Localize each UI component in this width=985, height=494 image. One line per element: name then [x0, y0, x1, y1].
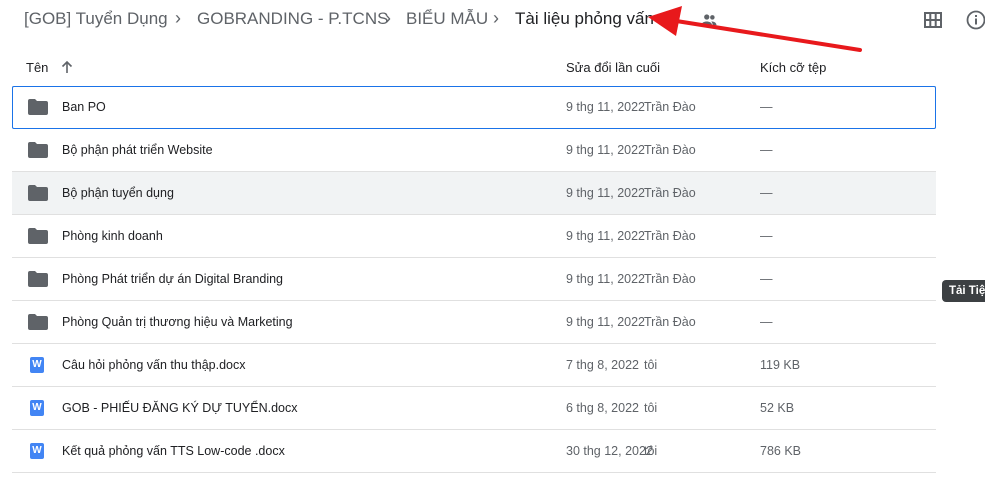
file-name: Câu hỏi phỏng vấn thu thập.docx: [62, 358, 246, 372]
file-owner: Trần Đào: [644, 229, 696, 243]
file-modified-date: 9 thg 11, 2022: [566, 229, 646, 243]
file-size: 52 KB: [760, 401, 795, 415]
folder-icon: [28, 271, 48, 287]
file-name: GOB - PHIẾU ĐĂNG KÝ DỰ TUYỂN.docx: [62, 401, 298, 415]
file-modified-date: 9 thg 11, 2022: [566, 272, 646, 286]
file-modified-date: 30 thg 12, 2022: [566, 444, 653, 458]
file-owner: Trần Đào: [644, 143, 696, 157]
file-modified-date: 9 thg 11, 2022: [566, 100, 646, 114]
file-owner: tôi: [644, 444, 658, 458]
info-icon[interactable]: [966, 10, 985, 30]
file-modified-date: 9 thg 11, 2022: [566, 143, 646, 157]
folder-icon: [28, 185, 48, 201]
word-doc-icon: W: [30, 357, 44, 373]
breadcrumb-separator: ›: [385, 8, 391, 28]
folder-icon: [28, 228, 48, 244]
breadcrumb-separator: ›: [175, 8, 181, 28]
file-modified-date: 7 thg 8, 2022: [566, 358, 639, 372]
breadcrumb-separator: ›: [493, 8, 499, 28]
file-name: Bộ phận phát triển Website: [62, 143, 213, 157]
sort-ascending-arrow-icon[interactable]: [60, 60, 74, 74]
file-size: —: [760, 143, 773, 157]
file-row[interactable]: W GOB - PHIẾU ĐĂNG KÝ DỰ TUYỂN.docx 6 th…: [12, 387, 936, 430]
column-name-header[interactable]: Tên: [26, 60, 48, 75]
file-size: —: [760, 229, 773, 243]
file-row[interactable]: Bộ phận phát triển Website 9 thg 11, 202…: [12, 129, 936, 172]
file-list: Ban PO 9 thg 11, 2022 Trần Đào — Bộ phận…: [12, 86, 936, 473]
breadcrumb-item-current[interactable]: Tài liệu phỏng vấn: [515, 9, 654, 29]
file-size: —: [760, 100, 773, 114]
file-size: 786 KB: [760, 444, 802, 458]
file-owner: Trần Đào: [644, 272, 696, 286]
word-doc-icon: W: [30, 443, 44, 459]
file-owner: tôi: [644, 401, 658, 415]
file-size: 119 KB: [760, 358, 801, 372]
word-doc-icon: W: [30, 400, 44, 416]
breadcrumb-item-bieu-mau[interactable]: BIỂU MẪU: [406, 9, 488, 29]
tooltip: Tải Tiệp: [942, 280, 985, 302]
file-size: —: [760, 186, 773, 200]
file-modified-date: 6 thg 8, 2022: [566, 401, 639, 415]
file-row[interactable]: Phòng Phát triển dự án Digital Branding …: [12, 258, 936, 301]
file-name: Phòng Quản trị thương hiệu và Marketing: [62, 315, 293, 329]
file-row[interactable]: Bộ phận tuyển dụng 9 thg 11, 2022 Trần Đ…: [12, 172, 936, 215]
folder-icon: [28, 99, 48, 115]
file-size: —: [760, 272, 773, 286]
file-modified-date: 9 thg 11, 2022: [566, 186, 646, 200]
file-name: Ban PO: [62, 100, 106, 114]
column-modified-header[interactable]: Sửa đổi lần cuối: [566, 60, 660, 75]
breadcrumb-item-gobranding[interactable]: GOBRANDING - P.TCNS: [197, 9, 388, 29]
file-size: —: [760, 315, 773, 329]
grid-view-icon[interactable]: [924, 11, 942, 29]
file-list-header: Tên Sửa đổi lần cuối Kích cỡ tệp: [12, 48, 936, 87]
file-owner: Trần Đào: [644, 186, 696, 200]
file-owner: Trần Đào: [644, 100, 696, 114]
file-modified-date: 9 thg 11, 2022: [566, 315, 646, 329]
file-owner: tôi: [644, 358, 658, 372]
breadcrumb-bar: [GOB] Tuyển Dụng › GOBRANDING - P.TCNS ›…: [0, 0, 985, 40]
file-row[interactable]: Phòng Quản trị thương hiệu và Marketing …: [12, 301, 936, 344]
folder-icon: [28, 142, 48, 158]
shared-people-icon[interactable]: [700, 11, 718, 29]
file-name: Phòng Phát triển dự án Digital Branding: [62, 272, 284, 286]
file-row[interactable]: W Kết quả phỏng vấn TTS Low-code .docx 3…: [12, 430, 936, 473]
file-name: Phòng kinh doanh: [62, 229, 163, 243]
breadcrumb-item-root[interactable]: [GOB] Tuyển Dụng: [24, 9, 168, 29]
file-row[interactable]: Phòng kinh doanh 9 thg 11, 2022 Trần Đào…: [12, 215, 936, 258]
column-size-header[interactable]: Kích cỡ tệp: [760, 60, 826, 75]
file-name: Bộ phận tuyển dụng: [62, 186, 174, 200]
file-owner: Trần Đào: [644, 315, 696, 329]
file-name: Kết quả phỏng vấn TTS Low-code .docx: [62, 444, 285, 458]
file-row[interactable]: W Câu hỏi phỏng vấn thu thập.docx 7 thg …: [12, 344, 936, 387]
folder-icon: [28, 314, 48, 330]
file-row[interactable]: Ban PO 9 thg 11, 2022 Trần Đào —: [12, 86, 936, 129]
